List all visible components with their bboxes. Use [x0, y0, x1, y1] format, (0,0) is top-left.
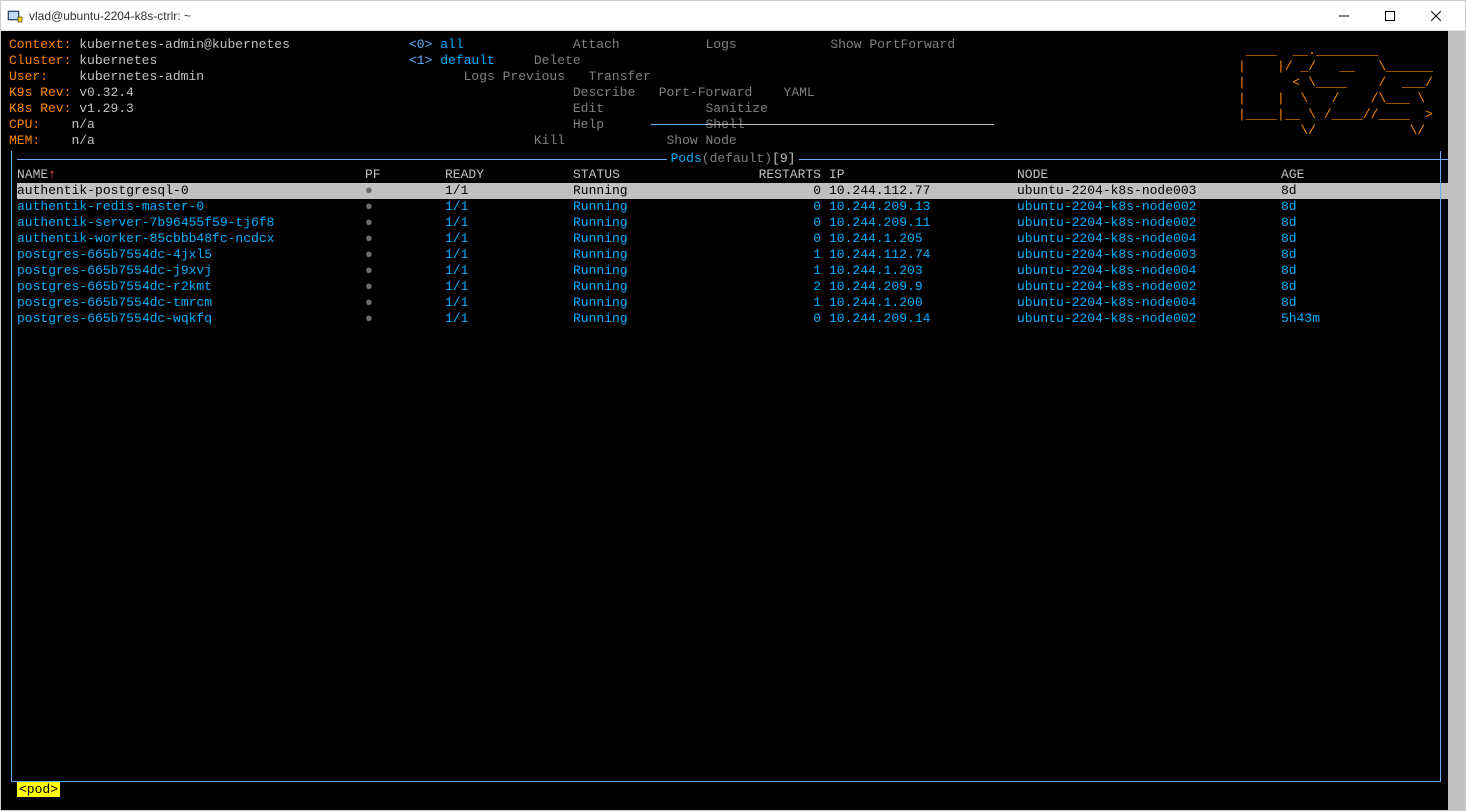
scrollbar[interactable] — [1448, 31, 1465, 810]
panel-title-ns: (default) — [702, 151, 772, 166]
user-label: User: — [9, 69, 48, 84]
cpu-label: CPU: — [9, 117, 40, 132]
app-window: vlad@ubuntu-2204-k8s-ctrlr: ~ ____ __.__… — [0, 0, 1466, 811]
k9s-rev-label: K9s Rev: — [9, 85, 71, 100]
panel-title-bar: Pods(default)[9] — [9, 151, 1457, 167]
titlebar: vlad@ubuntu-2204-k8s-ctrlr: ~ — [1, 1, 1465, 31]
panel-title-count: [9] — [772, 151, 795, 166]
k8s-rev-label: K8s Rev: — [9, 101, 71, 116]
scrollbar-thumb[interactable] — [1448, 31, 1465, 810]
cpu-value: n/a — [71, 117, 94, 132]
breadcrumb-bar: <pod> — [17, 782, 60, 798]
mem-value: n/a — [71, 133, 94, 148]
k8s-rev-value: v1.29.3 — [79, 101, 134, 116]
context-value: kubernetes-admin@kubernetes — [79, 37, 290, 52]
panel-title-prefix: Pods — [671, 151, 702, 166]
close-button[interactable] — [1413, 1, 1459, 31]
user-value: kubernetes-admin — [79, 69, 204, 84]
pods-panel — [11, 151, 1441, 782]
window-title: vlad@ubuntu-2204-k8s-ctrlr: ~ — [29, 9, 1321, 23]
minimize-button[interactable] — [1321, 1, 1367, 31]
cluster-value: kubernetes — [79, 53, 157, 68]
context-label: Context: — [9, 37, 71, 52]
breadcrumb-pod[interactable]: <pod> — [17, 782, 60, 797]
putty-icon — [7, 8, 23, 24]
window-controls — [1321, 1, 1459, 31]
cluster-label: Cluster: — [9, 53, 71, 68]
terminal[interactable]: ____ __.________ | |/ _/ __ \______ | < … — [1, 31, 1465, 810]
maximize-button[interactable] — [1367, 1, 1413, 31]
k9s-logo: ____ __.________ | |/ _/ __ \______ | < … — [1238, 43, 1433, 139]
mem-label: MEM: — [9, 133, 40, 148]
k9s-rev-value: v0.32.4 — [79, 85, 134, 100]
